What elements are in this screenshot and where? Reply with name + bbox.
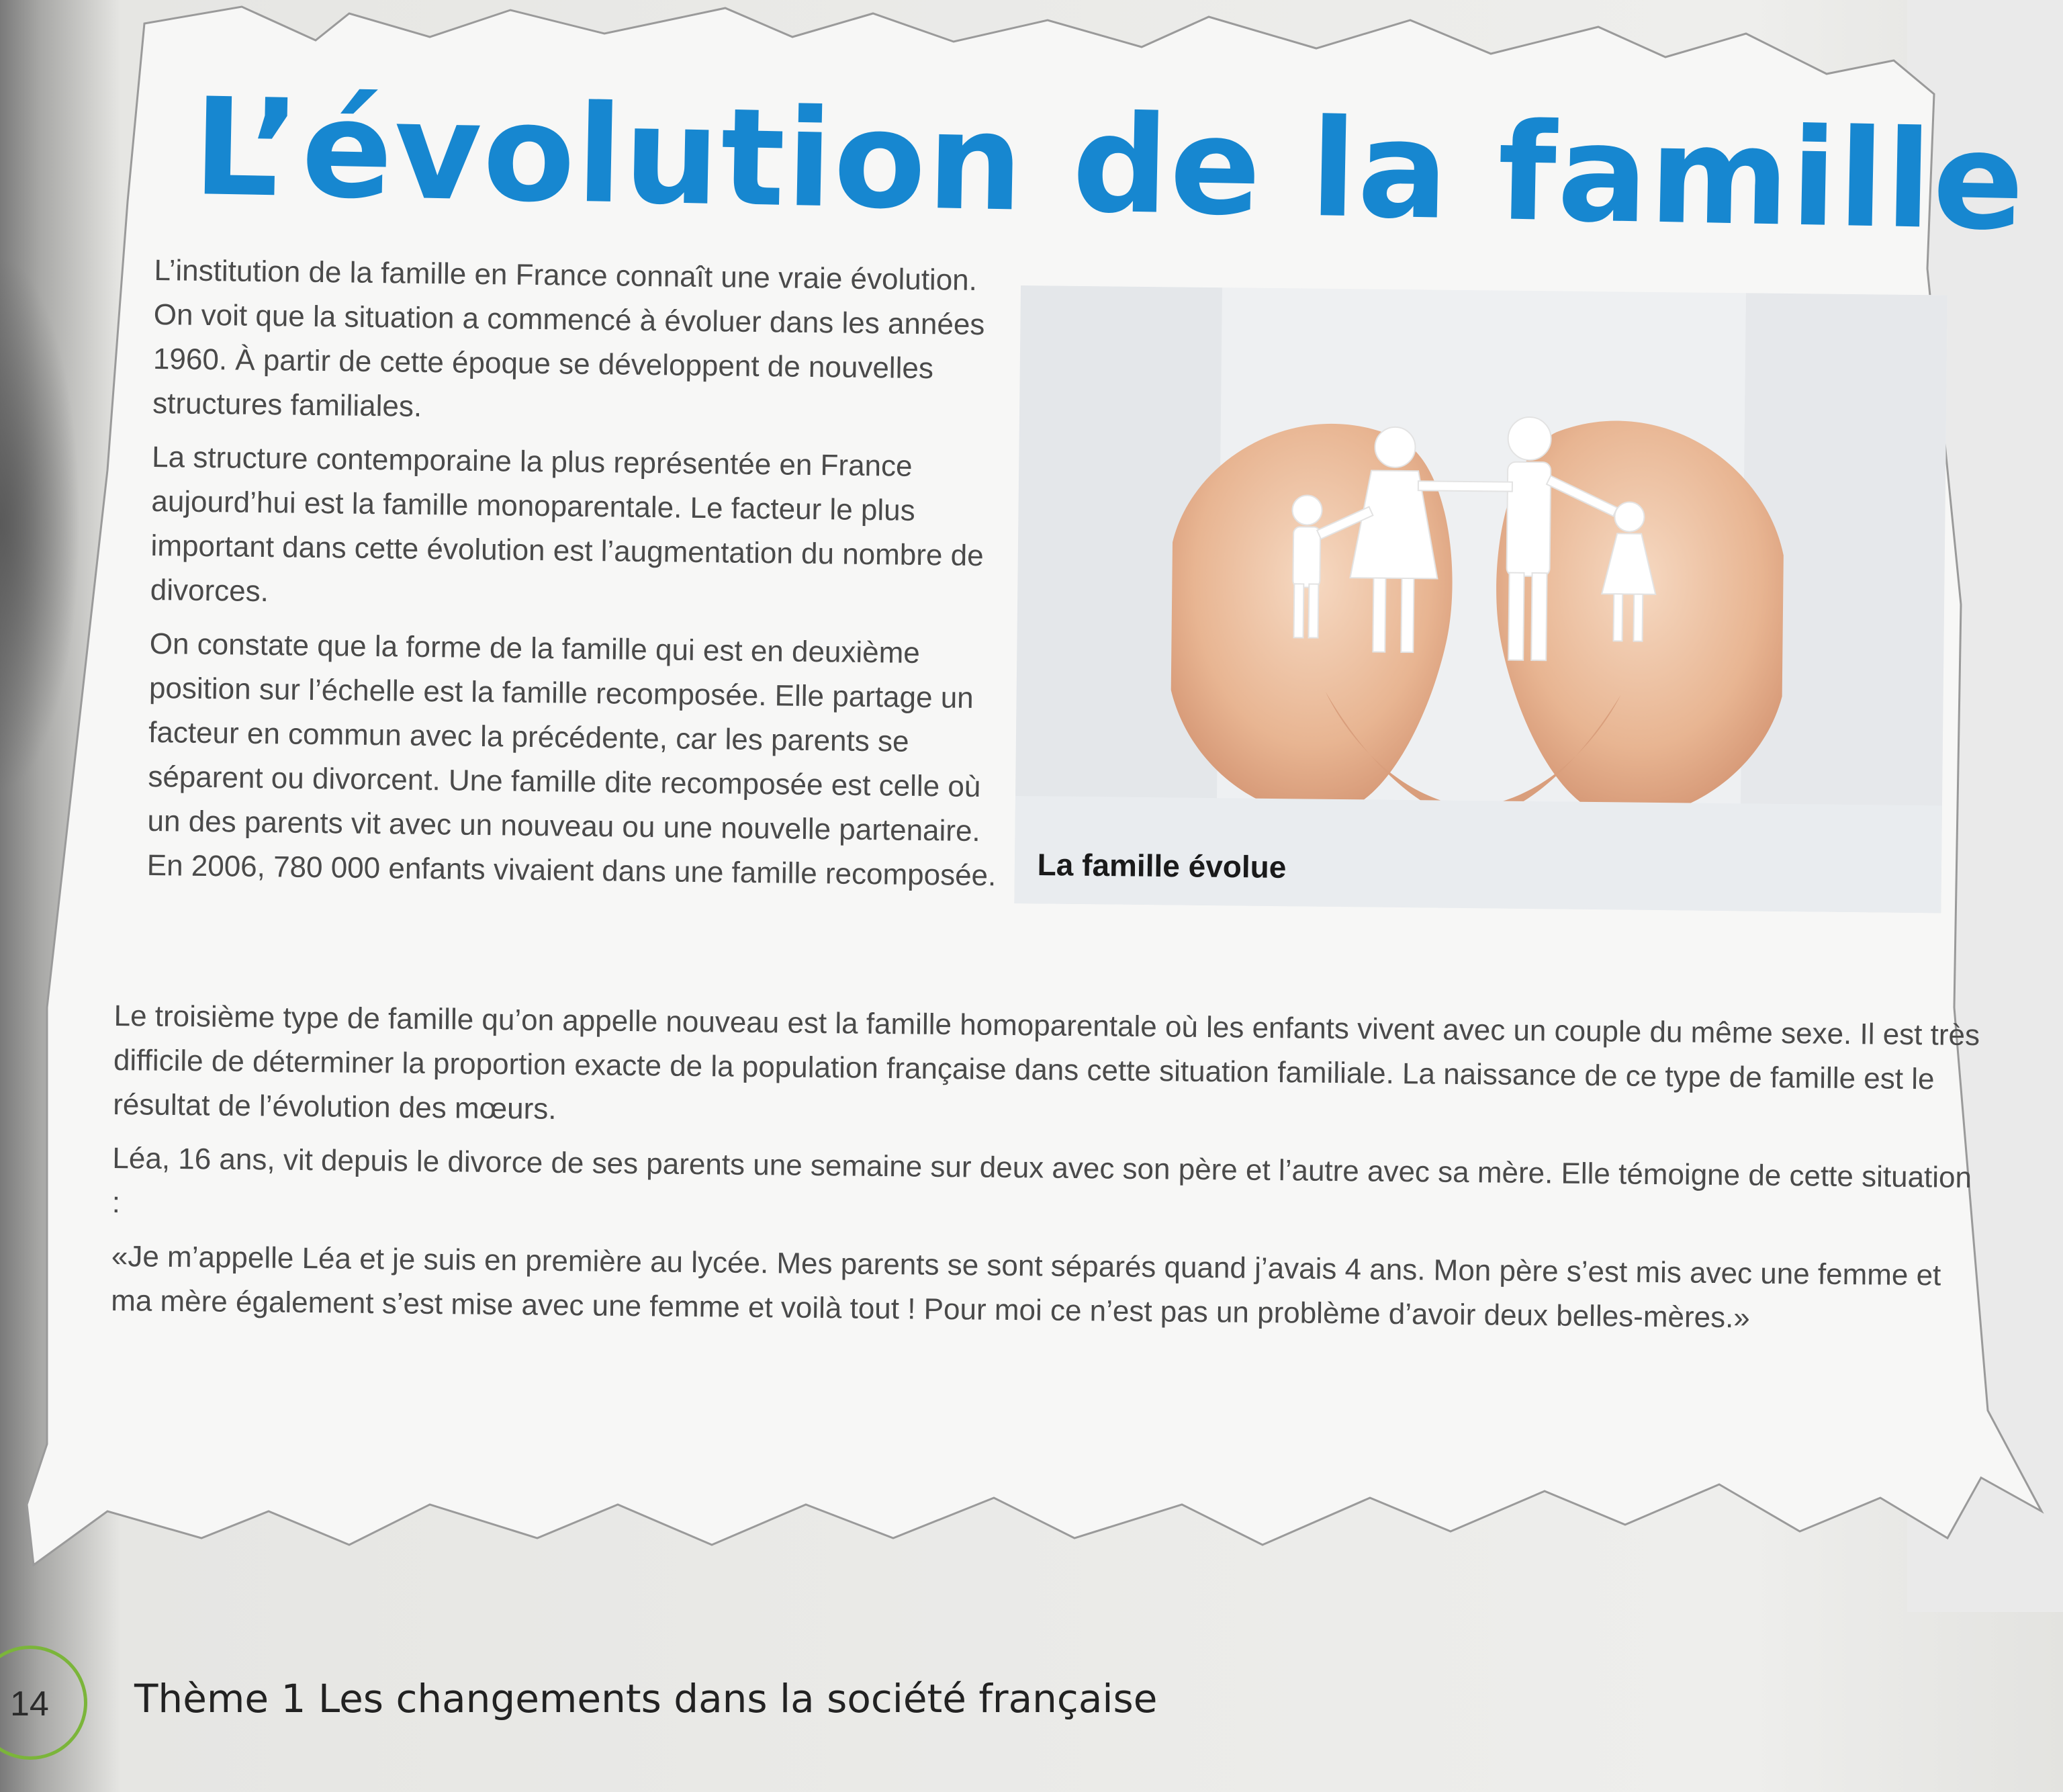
- page-number: 14: [10, 1685, 49, 1723]
- paragraph-5: Léa, 16 ans, vit depuis le divorce de se…: [111, 1141, 1972, 1220]
- paragraph-3: On constate que la forme de la famille q…: [146, 627, 997, 893]
- torn-paper-article: L’évolution de la famille L’institution …: [0, 0, 2063, 1792]
- paragraph-1: L’institution de la famille en France co…: [152, 253, 985, 423]
- left-column-text: L’institution de la famille en France co…: [146, 249, 1014, 908]
- family-hands-photo: [1014, 285, 1947, 913]
- photo-caption: La famille évolue: [1037, 847, 1287, 885]
- paragraph-4: Le troisième type de famille qu’on appel…: [113, 999, 1980, 1126]
- full-width-text: Le troisième type de famille qu’on appel…: [111, 994, 1981, 1352]
- paragraph-2: La structure contemporaine la plus repré…: [150, 440, 984, 609]
- hands-paper-family-illustration: [1014, 285, 1947, 913]
- footer-theme-title: Thème 1 Les changements dans la société …: [134, 1676, 1158, 1721]
- article-title: L’évolution de la famille: [191, 69, 2027, 261]
- testimony-quote: «Je m’appelle Léa et je suis en première…: [110, 1239, 1941, 1335]
